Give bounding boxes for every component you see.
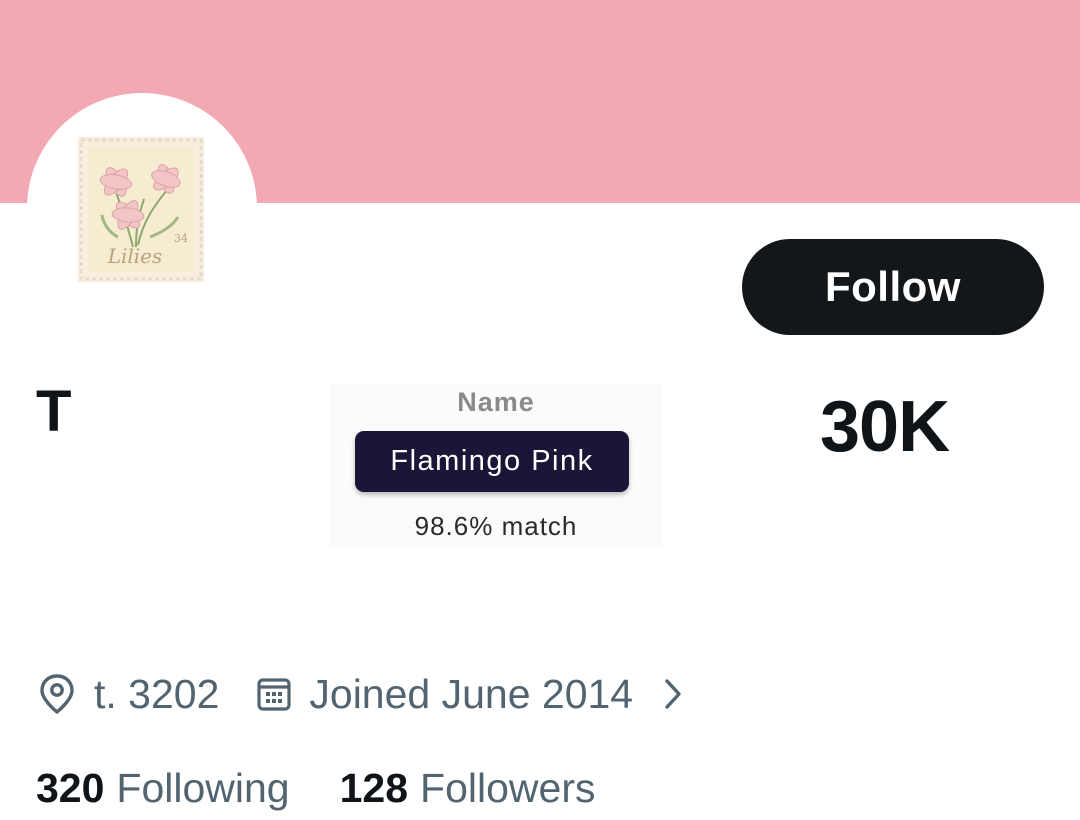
follow-button[interactable]: Follow: [742, 239, 1044, 335]
avatar-stamp-number: 34: [174, 232, 188, 245]
color-card-label: Name: [457, 387, 535, 417]
color-name-chip: Flamingo Pink: [355, 431, 629, 492]
lilies-stamp-image: Lilies 34: [78, 137, 204, 282]
display-name: T: [36, 379, 72, 444]
followers-label: Followers: [420, 764, 596, 811]
follow-stats-row: 320 Following 128 Followers: [36, 760, 595, 816]
map-pin-icon: [38, 673, 76, 715]
avatar[interactable]: Lilies 34: [78, 137, 204, 282]
following-label: Following: [116, 764, 290, 811]
count-label: 30K: [820, 387, 950, 467]
joined-date-text: Joined June 2014: [309, 670, 634, 717]
location-text: t. 3202: [94, 670, 220, 717]
color-match-card: Name Flamingo Pink 98.6% match: [330, 383, 662, 547]
avatar-stamp-text: Lilies: [107, 244, 163, 268]
profile-page: Lilies 34 Follow T Name Flamingo Pink 98…: [0, 0, 1080, 820]
calendar-icon: [257, 676, 291, 712]
chevron-right-icon[interactable]: [663, 678, 683, 710]
profile-meta-row: t. 3202 Joined June 2014: [38, 666, 683, 722]
followers-link[interactable]: 128 Followers: [340, 765, 596, 812]
following-link[interactable]: 320 Following: [36, 765, 290, 812]
following-count: 320: [36, 764, 105, 811]
color-match-percent: 98.6% match: [414, 511, 578, 541]
followers-count: 128: [339, 764, 409, 811]
